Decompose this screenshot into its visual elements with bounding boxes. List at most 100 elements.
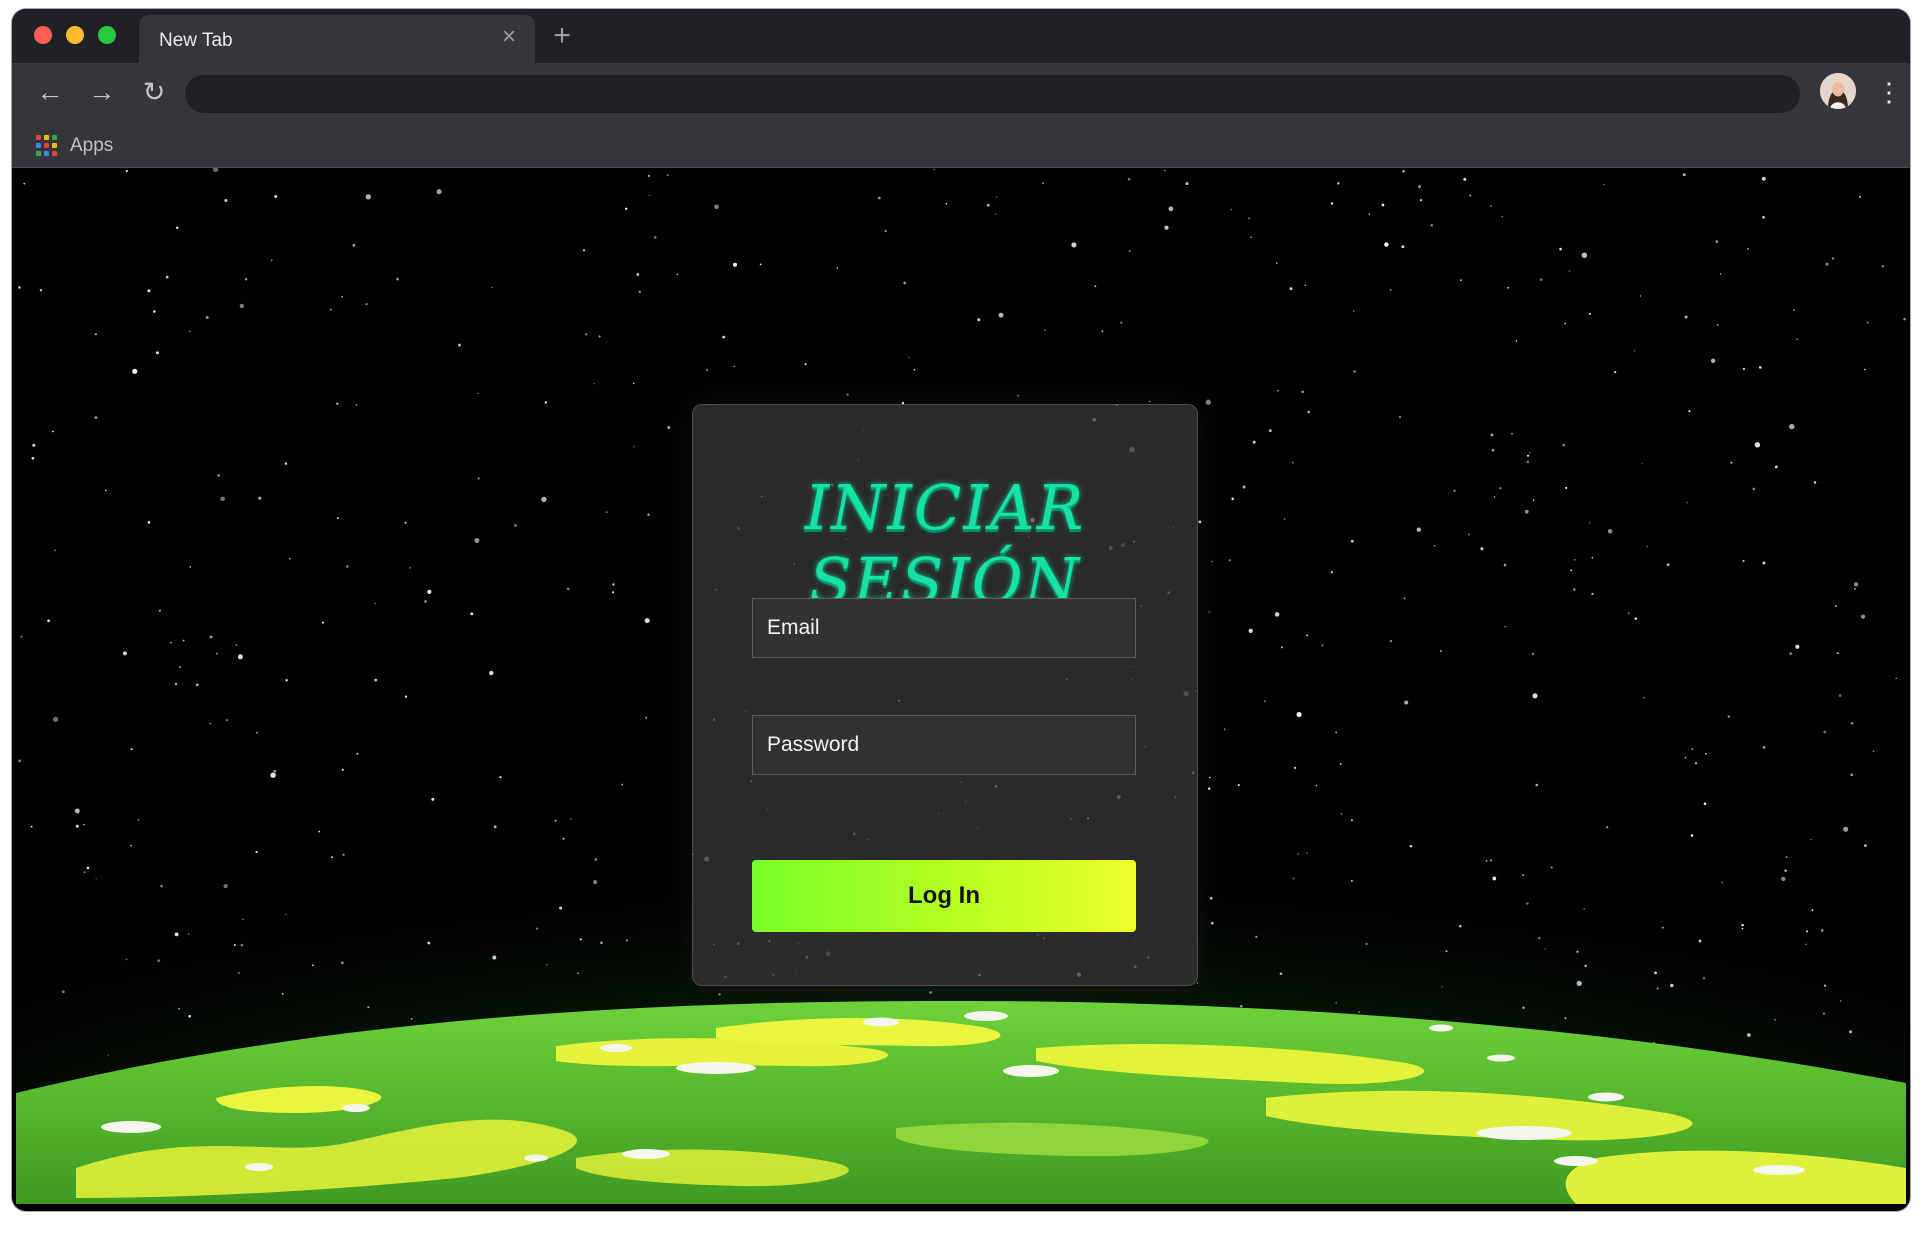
star xyxy=(284,462,288,465)
star xyxy=(54,549,57,552)
apps-grid-dot xyxy=(44,135,49,140)
star xyxy=(1330,570,1334,574)
star xyxy=(489,670,494,676)
star xyxy=(215,652,218,655)
profile-avatar[interactable] xyxy=(1820,73,1856,109)
reload-icon[interactable]: ↻ xyxy=(136,74,172,110)
star xyxy=(1381,203,1385,207)
star xyxy=(714,204,719,210)
star xyxy=(155,351,159,355)
star xyxy=(1301,390,1304,393)
star xyxy=(1321,644,1324,647)
star xyxy=(884,229,887,233)
star xyxy=(1242,485,1246,489)
star xyxy=(1230,208,1233,211)
star xyxy=(998,312,1004,318)
star xyxy=(877,196,881,200)
close-icon[interactable]: × xyxy=(497,25,521,49)
star xyxy=(105,489,107,492)
star xyxy=(1163,169,1166,172)
star xyxy=(1198,520,1202,524)
star xyxy=(1127,177,1131,181)
close-window-button[interactable] xyxy=(34,26,52,44)
star xyxy=(220,496,225,502)
star xyxy=(1350,539,1354,543)
star xyxy=(1490,205,1492,208)
star xyxy=(225,719,228,722)
star xyxy=(645,716,648,719)
star xyxy=(1353,310,1355,312)
star xyxy=(285,679,288,682)
star xyxy=(1727,715,1730,718)
star xyxy=(1291,461,1294,464)
star xyxy=(1850,721,1854,725)
star xyxy=(804,363,807,366)
star xyxy=(289,558,291,560)
apps-shortcut[interactable]: Apps xyxy=(70,135,113,157)
star xyxy=(1515,340,1518,342)
star xyxy=(1353,370,1356,373)
star xyxy=(404,695,408,698)
maximize-window-button[interactable] xyxy=(98,26,116,44)
star xyxy=(1532,693,1538,699)
star xyxy=(593,383,595,385)
star xyxy=(1403,597,1406,600)
star xyxy=(1591,592,1594,596)
star xyxy=(584,333,588,336)
star xyxy=(1643,697,1645,699)
login-button[interactable]: Log In xyxy=(752,860,1136,932)
new-tab-button[interactable]: + xyxy=(546,21,578,53)
star xyxy=(1283,518,1286,521)
password-field[interactable] xyxy=(752,715,1136,775)
star xyxy=(1276,262,1278,264)
minimize-window-button[interactable] xyxy=(66,26,84,44)
star xyxy=(94,416,98,419)
email-field[interactable] xyxy=(752,598,1136,658)
star xyxy=(396,277,400,281)
star xyxy=(648,194,651,197)
star xyxy=(1504,625,1507,628)
star xyxy=(158,609,161,612)
star xyxy=(427,589,432,595)
star xyxy=(352,244,356,247)
star xyxy=(188,330,191,333)
address-bar[interactable] xyxy=(185,75,1800,113)
star xyxy=(514,524,517,527)
star xyxy=(1468,533,1470,536)
star xyxy=(436,189,442,195)
star xyxy=(1573,588,1576,591)
star xyxy=(986,203,990,207)
star xyxy=(1853,582,1859,587)
star xyxy=(457,343,461,347)
star xyxy=(1864,368,1866,371)
star xyxy=(1248,628,1253,634)
star xyxy=(1419,199,1423,202)
star xyxy=(1501,215,1504,218)
star xyxy=(1742,559,1745,563)
star xyxy=(666,174,669,177)
star xyxy=(1402,170,1405,173)
login-title: INICIAR SESIÓN xyxy=(804,471,1086,617)
more-menu-icon[interactable]: ⋮ xyxy=(1876,74,1902,110)
star xyxy=(1128,249,1131,252)
star xyxy=(1762,215,1765,219)
star xyxy=(1717,324,1719,326)
apps-grid-icon[interactable] xyxy=(36,135,57,156)
star xyxy=(195,683,199,687)
star xyxy=(271,259,273,261)
star xyxy=(237,654,243,660)
star xyxy=(1795,644,1800,649)
star xyxy=(1866,321,1869,324)
star xyxy=(1742,367,1746,371)
back-arrow-icon[interactable]: ← xyxy=(32,74,68,110)
star xyxy=(1044,329,1046,331)
star xyxy=(244,277,248,281)
star xyxy=(1337,182,1340,185)
star xyxy=(31,456,35,460)
tab-new-tab[interactable]: New Tab × xyxy=(139,15,535,63)
apps-grid-dot xyxy=(36,135,41,140)
star xyxy=(1490,433,1494,437)
star xyxy=(1511,432,1513,435)
forward-arrow-icon[interactable]: → xyxy=(84,74,120,110)
page-content: INICIAR SESIÓN Log In xyxy=(16,168,1906,1204)
